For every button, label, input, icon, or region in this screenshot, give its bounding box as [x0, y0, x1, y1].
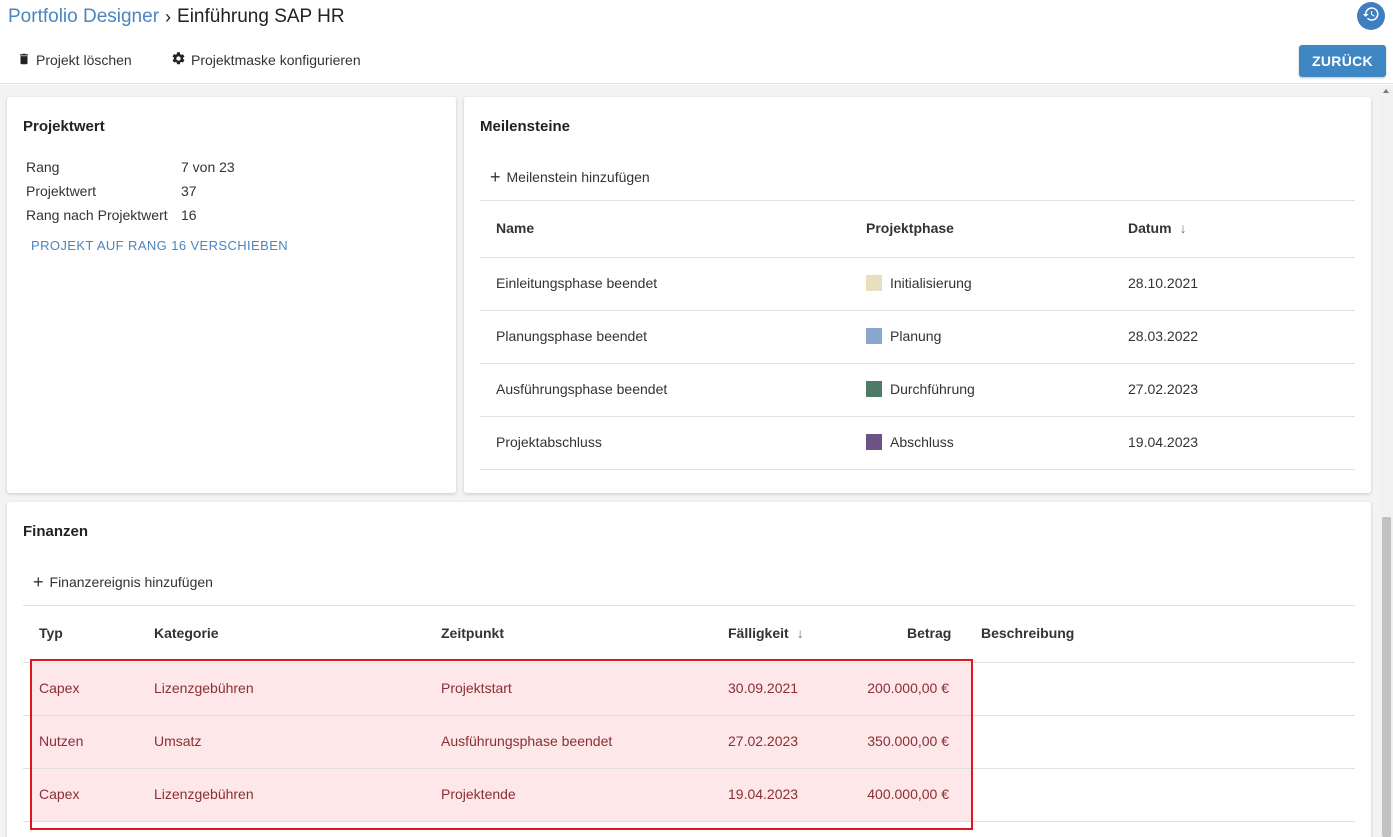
rank-value: 7 von 23 [181, 159, 235, 175]
add-finance-event-button[interactable]: + Finanzereignis hinzufügen [33, 572, 213, 592]
delete-project-label: Projekt löschen [36, 52, 132, 68]
divider [480, 310, 1355, 311]
phase-color-swatch [866, 434, 882, 450]
move-project-rank-link[interactable]: PROJEKT AUF RANG 16 VERSCHIEBEN [31, 238, 288, 253]
projektwert-card: Projektwert Rang 7 von 23 Projektwert 37… [7, 97, 456, 493]
history-button[interactable] [1357, 2, 1385, 30]
meilensteine-title: Meilensteine [480, 118, 571, 135]
add-finance-event-label: Finanzereignis hinzufügen [49, 574, 213, 590]
project-value-label: Projektwert [26, 183, 97, 199]
delete-project-button[interactable]: Projekt löschen [17, 50, 132, 70]
phase-color-swatch [866, 381, 882, 397]
add-milestone-button[interactable]: + Meilenstein hinzufügen [490, 167, 650, 187]
rank-label: Rang [26, 159, 60, 175]
phase-color-swatch [866, 328, 882, 344]
highlight-box [30, 659, 973, 830]
project-value-value: 37 [181, 183, 197, 199]
divider [480, 416, 1355, 417]
page-header: Portfolio Designer › Einführung SAP HR P… [0, 0, 1393, 84]
column-header-zeitpunkt[interactable]: Zeitpunkt [441, 625, 504, 641]
divider [480, 200, 1355, 201]
add-milestone-label: Meilenstein hinzufügen [506, 169, 650, 185]
page-title: Einführung SAP HR [177, 6, 345, 27]
meilensteine-card: Meilensteine + Meilenstein hinzufügen Na… [464, 97, 1371, 493]
milestone-date: 28.10.2021 [1128, 275, 1199, 291]
milestone-phase: Abschluss [866, 434, 954, 450]
configure-mask-button[interactable]: Projektmaske konfigurieren [171, 50, 361, 70]
column-header-beschreibung[interactable]: Beschreibung [981, 625, 1074, 641]
milestone-phase: Durchführung [866, 381, 975, 397]
milestone-name: Projektabschluss [496, 434, 602, 450]
milestone-phase: Initialisierung [866, 275, 972, 291]
plus-icon: + [490, 167, 501, 187]
column-header-typ[interactable]: Typ [39, 625, 63, 641]
breadcrumb: Portfolio Designer › Einführung SAP HR [8, 6, 345, 28]
projektwert-title: Projektwert [23, 118, 105, 135]
vertical-scrollbar[interactable] [1380, 85, 1393, 837]
milestone-date: 28.03.2022 [1128, 328, 1199, 344]
divider [480, 257, 1355, 258]
divider [480, 469, 1355, 470]
milestone-name: Planungsphase beendet [496, 328, 648, 344]
scroll-thumb[interactable] [1382, 517, 1391, 837]
gear-icon [171, 51, 191, 69]
milestone-phase: Planung [866, 328, 941, 344]
rank-by-value-value: 16 [181, 207, 197, 223]
rank-by-value-label: Rang nach Projektwert [26, 207, 168, 223]
configure-mask-label: Projektmaske konfigurieren [191, 52, 361, 68]
column-header-name[interactable]: Name [496, 220, 534, 236]
finanzen-title: Finanzen [23, 523, 89, 540]
back-button[interactable]: ZURÜCK [1299, 45, 1386, 77]
column-header-kategorie[interactable]: Kategorie [154, 625, 219, 641]
milestone-name: Einleitungsphase beendet [496, 275, 658, 291]
column-header-datum[interactable]: Datum ↓ [1128, 220, 1187, 236]
divider [23, 605, 1355, 606]
phase-color-swatch [866, 275, 882, 291]
plus-icon: + [33, 572, 44, 592]
column-header-betrag[interactable]: Betrag [907, 625, 951, 641]
column-header-faelligkeit[interactable]: Fälligkeit ↓ [728, 625, 804, 641]
scroll-up-arrow-icon[interactable] [1383, 89, 1389, 93]
chevron-right-icon: › [165, 6, 172, 27]
divider [480, 363, 1355, 364]
sort-arrow-down-icon: ↓ [796, 625, 804, 641]
milestone-date: 19.04.2023 [1128, 434, 1199, 450]
column-header-projektphase[interactable]: Projektphase [866, 220, 954, 236]
trash-icon [17, 52, 36, 69]
history-icon [1362, 5, 1380, 28]
breadcrumb-link-portfolio-designer[interactable]: Portfolio Designer [8, 6, 159, 28]
milestone-date: 27.02.2023 [1128, 381, 1199, 397]
milestone-name: Ausführungsphase beendet [496, 381, 668, 397]
sort-arrow-down-icon: ↓ [1179, 220, 1187, 236]
